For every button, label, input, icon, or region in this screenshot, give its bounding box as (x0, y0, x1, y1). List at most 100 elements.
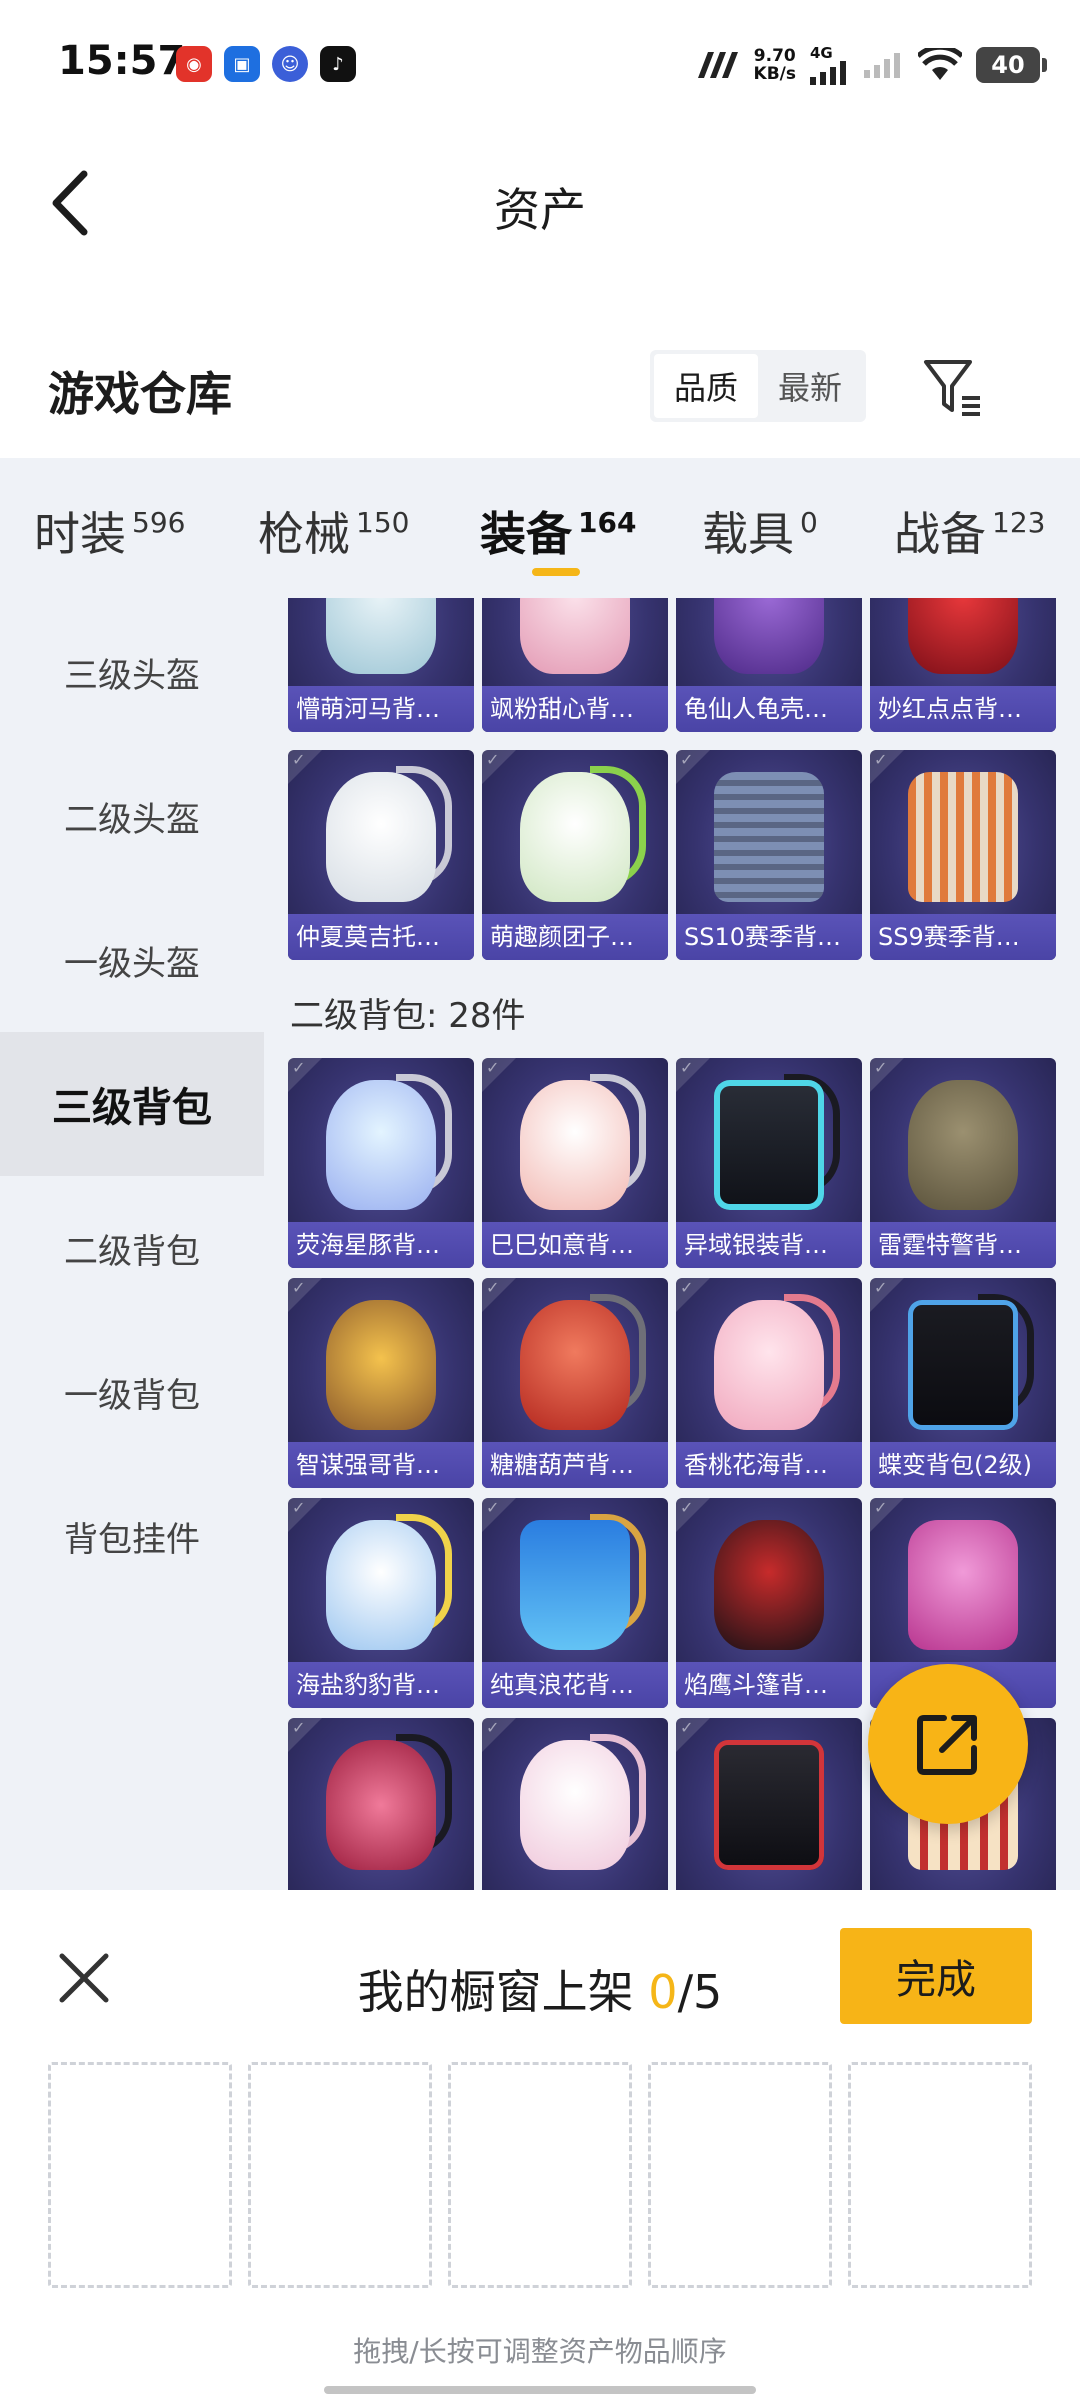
home-indicator[interactable] (324, 2386, 756, 2394)
item-card[interactable]: ✓ 蝶变背包(2级) (870, 1278, 1056, 1488)
check-icon: ✓ (680, 1278, 694, 1297)
item-card[interactable]: ✓ 巳巳如意背… (482, 1058, 668, 1268)
item-card[interactable]: ✓ 异域银装背… (676, 1058, 862, 1268)
item-card[interactable]: ✓ 香桃花海背… (676, 1278, 862, 1488)
filter-button[interactable] (918, 352, 988, 422)
check-icon: ✓ (874, 1498, 888, 1517)
notification-icons: ◉ ▣ ☺ ♪ (176, 46, 356, 82)
item-name: 巳巳如意背… (490, 1231, 634, 1259)
item-name: 萌趣颜团子… (490, 923, 634, 951)
item-image (326, 772, 436, 902)
check-icon: ✓ (486, 1498, 500, 1517)
tab-weapons[interactable]: 枪械 150 (258, 498, 409, 564)
item-image (326, 1080, 436, 1210)
side-item-level1-helmet[interactable]: 一级头盔 (0, 888, 264, 1032)
side-item-level3-helmet[interactable]: 三级头盔 (0, 600, 264, 744)
item-card[interactable]: ✓ 仲夏莫吉托… (288, 750, 474, 960)
item-card[interactable]: ✓ 糖糖葫芦背… (482, 1278, 668, 1488)
showcase-count: 0 (648, 1965, 678, 2019)
check-icon: ✓ (680, 1058, 694, 1077)
item-name: 智谋强哥背… (296, 1451, 440, 1479)
netease-music-icon: ◉ (176, 46, 212, 82)
done-button[interactable]: 完成 (840, 1928, 1032, 2024)
side-item-level1-backpack[interactable]: 一级背包 (0, 1320, 264, 1464)
item-card[interactable]: ✓ 荧海星豚背… (288, 1058, 474, 1268)
item-name: 香桃花海背… (684, 1451, 828, 1479)
item-card[interactable]: ✓ 纯真浪花背… (482, 1498, 668, 1708)
group-header: 二级背包: 28件 (290, 996, 526, 1036)
item-card[interactable]: ✓ (676, 1718, 862, 1890)
item-name: 仲夏莫吉托… (296, 923, 440, 951)
item-card[interactable]: 飒粉甜心背… (482, 598, 668, 732)
item-card[interactable]: ✓ 萌趣颜团子… (482, 750, 668, 960)
tab-fashion[interactable]: 时装 596 (34, 498, 185, 564)
item-card[interactable]: 妙红点点背… (870, 598, 1056, 732)
item-card[interactable]: ✓ (288, 1718, 474, 1890)
item-image (714, 1300, 824, 1430)
side-item-level3-backpack[interactable]: 三级背包 (0, 1032, 264, 1176)
share-button[interactable] (868, 1664, 1028, 1824)
item-image (908, 1080, 1018, 1210)
signal-weak-icon (864, 53, 900, 78)
tab-supplies[interactable]: 战备 123 (894, 498, 1045, 564)
filter-icon (924, 360, 980, 416)
check-icon: ✓ (292, 1278, 306, 1297)
check-icon: ✓ (292, 750, 306, 769)
item-card[interactable]: ✓ 海盐豹豹背… (288, 1498, 474, 1708)
item-card[interactable]: ✓ SS10赛季背… (676, 750, 862, 960)
check-icon: ✓ (486, 1718, 500, 1737)
check-icon: ✓ (874, 1058, 888, 1077)
item-image (714, 772, 824, 902)
showcase-slot[interactable] (848, 2062, 1032, 2288)
status-time: 15:57 (58, 38, 186, 84)
status-bar: 15:57 ◉ ▣ ☺ ♪ 9.70 KB/s 4G 40 (0, 0, 1080, 130)
item-card[interactable]: ✓ SS9赛季背… (870, 750, 1056, 960)
item-image (326, 1520, 436, 1650)
tab-equipment[interactable]: 装备 164 (480, 498, 636, 564)
check-icon: ✓ (680, 1718, 694, 1737)
showcase-slot[interactable] (248, 2062, 432, 2288)
item-image (326, 1300, 436, 1430)
tiktok-icon: ♪ (320, 46, 356, 82)
showcase-slot[interactable] (48, 2062, 232, 2288)
item-card[interactable]: ✓ 智谋强哥背… (288, 1278, 474, 1488)
check-icon: ✓ (486, 1058, 500, 1077)
item-image (520, 1740, 630, 1870)
item-name: 妙红点点背… (878, 695, 1022, 723)
item-name: 飒粉甜心背… (490, 695, 634, 723)
item-card[interactable]: 懵萌河马背… (288, 598, 474, 732)
check-icon: ✓ (292, 1498, 306, 1517)
item-card[interactable]: ✓ 焰鹰斗篷背… (676, 1498, 862, 1708)
showcase-slot[interactable] (648, 2062, 832, 2288)
sort-newest-option[interactable]: 最新 (758, 354, 862, 418)
showcase-slot[interactable] (448, 2062, 632, 2288)
subcategory-nav: 三级头盔 二级头盔 一级头盔 三级背包 二级背包 一级背包 背包挂件 (0, 598, 264, 1890)
check-icon: ✓ (292, 1718, 306, 1737)
item-image (326, 1740, 436, 1870)
item-card[interactable]: 龟仙人龟壳… (676, 598, 862, 732)
wifi-icon (918, 48, 962, 80)
item-image (714, 1740, 824, 1870)
item-card[interactable]: ✓ 雷霆特警背… (870, 1058, 1056, 1268)
item-image (908, 1300, 1018, 1430)
check-icon: ✓ (486, 1278, 500, 1297)
side-item-level2-backpack[interactable]: 二级背包 (0, 1176, 264, 1320)
showcase-sheet: 我的橱窗上架 0/5 完成 拖拽/长按可调整资产物品顺序 (0, 1890, 1080, 2400)
item-card[interactable]: ✓ (482, 1718, 668, 1890)
tab-vehicles[interactable]: 载具 0 (702, 498, 818, 564)
side-item-backpack-charm[interactable]: 背包挂件 (0, 1464, 264, 1608)
item-name: SS10赛季背… (684, 923, 842, 951)
page-title: 资产 (494, 183, 586, 237)
battery-icon: 40 (976, 47, 1047, 83)
side-item-level2-helmet[interactable]: 二级头盔 (0, 744, 264, 888)
item-image (520, 1520, 630, 1650)
item-name: 蝶变背包(2级) (878, 1451, 1032, 1479)
mascot-app-icon: ☺ (272, 46, 308, 82)
item-image (520, 1080, 630, 1210)
sort-quality-option[interactable]: 品质 (654, 354, 758, 418)
camera-app-icon: ▣ (224, 46, 260, 82)
carrier-icon (697, 52, 738, 78)
item-name: 龟仙人龟壳… (684, 695, 828, 723)
check-icon: ✓ (680, 750, 694, 769)
item-image (520, 598, 630, 674)
